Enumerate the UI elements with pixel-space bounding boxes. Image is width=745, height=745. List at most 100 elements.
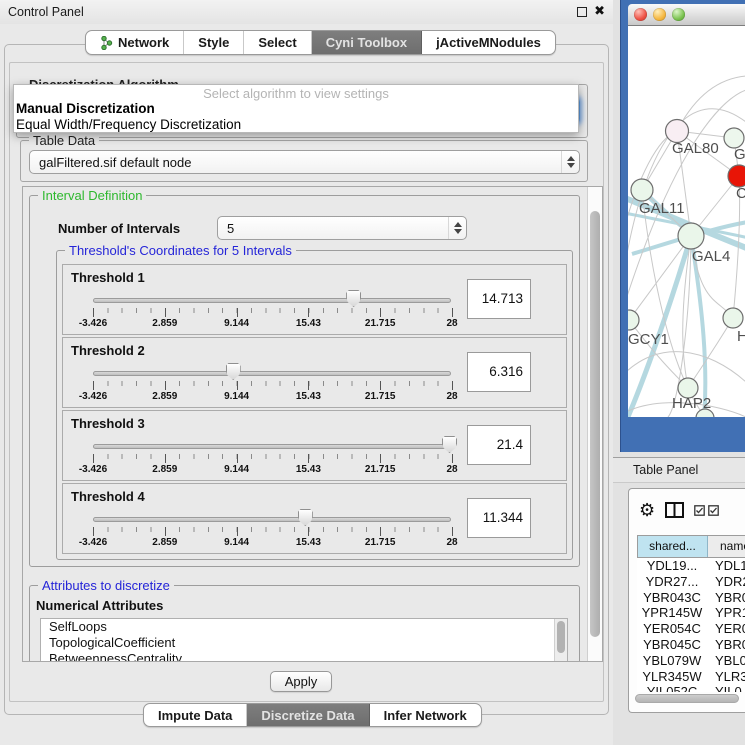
- network-node-label: H: [737, 328, 745, 345]
- network-node-label: GCY1: [628, 331, 669, 348]
- network-node[interactable]: [631, 179, 653, 201]
- network-node-label: GAL4: [692, 248, 730, 265]
- dropdown-option-manual[interactable]: Manual Discretization: [14, 101, 578, 117]
- tab-infer-network[interactable]: Infer Network: [370, 704, 481, 726]
- slider-thumb[interactable]: [442, 436, 457, 453]
- threshold-value-field[interactable]: 14.713: [467, 279, 531, 319]
- network-canvas[interactable]: GAL80GACGAL11GAL4GCY1HHAP2: [628, 26, 745, 417]
- combo-stepper-icon: [561, 151, 579, 173]
- table-row[interactable]: YBL079WYBL0: [637, 653, 745, 669]
- slider-ticks: [93, 308, 452, 317]
- slider-ticks: [93, 454, 452, 463]
- table-horizontal-scrollbar[interactable]: [635, 694, 739, 703]
- attributes-group-title: Attributes to discretize: [38, 578, 174, 593]
- slider-ticks: [93, 381, 452, 390]
- dropdown-option-equal-width[interactable]: Equal Width/Frequency Discretization: [14, 117, 578, 133]
- network-icon: [100, 36, 113, 50]
- num-intervals-combobox[interactable]: 5: [217, 216, 467, 240]
- float-window-icon[interactable]: [577, 7, 587, 17]
- column-header-name[interactable]: name: [708, 536, 745, 557]
- table-row[interactable]: YBR045CYBR0: [637, 637, 745, 653]
- table-panel-title: Table Panel: [633, 463, 698, 477]
- tab-select[interactable]: Select: [244, 31, 311, 54]
- interval-definition-group: Interval Definition Number of Intervals …: [29, 195, 580, 567]
- num-intervals-label: Number of Intervals: [58, 221, 180, 236]
- table-data-group: Table Data galFiltered.sif default node: [20, 140, 588, 182]
- network-node[interactable]: [678, 223, 704, 249]
- slider-track[interactable]: [93, 517, 451, 522]
- table-body: YDL19...YDL1YDR27...YDR2YBR043CYBR0YPR14…: [637, 558, 745, 692]
- table-row[interactable]: YIL052CYIL0: [637, 684, 745, 692]
- gear-icon[interactable]: ⚙: [639, 501, 655, 519]
- table-row[interactable]: YLR345WYLR3: [637, 669, 745, 685]
- table-row[interactable]: YDR27...YDR2: [637, 574, 745, 590]
- table-data-title: Table Data: [29, 133, 99, 148]
- network-node[interactable]: [628, 310, 639, 330]
- interval-definition-title: Interval Definition: [38, 188, 146, 203]
- tab-style[interactable]: Style: [184, 31, 244, 54]
- combo-stepper-icon: [448, 217, 466, 239]
- table-row[interactable]: YER054CYER0: [637, 621, 745, 637]
- node-attribute-table: shared... name YDL19...YDL1YDR27...YDR2Y…: [637, 535, 745, 692]
- table-panel-toolbar: ⚙: [629, 489, 745, 531]
- network-window-titlebar[interactable]: [628, 4, 745, 26]
- tab-discretize-data[interactable]: Discretize Data: [247, 704, 369, 726]
- network-node-label: C: [736, 185, 745, 202]
- numerical-attributes-label: Numerical Attributes: [36, 598, 163, 613]
- attributes-group: Attributes to discretize Numerical Attri…: [29, 585, 580, 662]
- slider-thumb[interactable]: [298, 509, 313, 526]
- table-panel-window: ⚙ shared... name YDL19...YDL: [628, 488, 745, 713]
- slider-track[interactable]: [93, 298, 451, 303]
- tab-network-label: Network: [118, 35, 169, 50]
- threshold-value-field[interactable]: 6.316: [467, 352, 531, 392]
- dropdown-placeholder: Select algorithm to view settings: [14, 86, 578, 101]
- close-traffic-light-icon[interactable]: [634, 8, 647, 21]
- algorithm-dropdown: Select algorithm to view settings Manual…: [13, 84, 579, 133]
- network-node[interactable]: [724, 128, 744, 148]
- slider-ticklabels: -3.4262.8599.14415.4321.71528: [93, 318, 452, 330]
- network-node[interactable]: [728, 165, 745, 187]
- slider-ticks: [93, 527, 452, 536]
- table-data-combobox[interactable]: galFiltered.sif default node: [29, 150, 580, 174]
- slider-track[interactable]: [93, 444, 451, 449]
- list-item[interactable]: BetweennessCentrality: [41, 651, 567, 662]
- threshold-label: Threshold 4: [71, 489, 145, 504]
- threshold-2-row: Threshold 2 -3.4262.8599.14415.4321.7152…: [62, 337, 567, 408]
- tab-cyni-toolbox[interactable]: Cyni Toolbox: [312, 31, 422, 54]
- list-scrollbar[interactable]: [554, 619, 567, 662]
- list-item[interactable]: TopologicalCoefficient: [41, 635, 567, 651]
- network-node[interactable]: [723, 308, 743, 328]
- threshold-value-field[interactable]: 21.4: [467, 425, 531, 465]
- list-item[interactable]: SelfLoops: [41, 619, 567, 635]
- control-panel: Control Panel ✖ Network Style Select: [0, 0, 613, 745]
- table-panel-titlebar: Table Panel: [613, 457, 745, 483]
- threshold-label: Threshold 2: [71, 343, 145, 358]
- slider-thumb[interactable]: [226, 363, 241, 380]
- threshold-value-field[interactable]: 11.344: [467, 498, 531, 538]
- column-header-shared-name[interactable]: shared...: [638, 536, 708, 557]
- table-row[interactable]: YDL19...YDL1: [637, 558, 745, 574]
- select-columns-icons[interactable]: [694, 505, 719, 516]
- network-node-label: GAL80: [672, 140, 719, 157]
- minimize-traffic-light-icon[interactable]: [653, 8, 666, 21]
- tab-jactivemnodules[interactable]: jActiveMNodules: [422, 31, 555, 54]
- slider-thumb[interactable]: [346, 290, 361, 307]
- threshold-1-row: Threshold 1 -3.4262.8599.14415.4321.7152…: [62, 264, 567, 335]
- threshold-3-row: Threshold 3 -3.4262.8599.14415.4321.7152…: [62, 410, 567, 481]
- apply-button[interactable]: Apply: [270, 671, 332, 692]
- table-row[interactable]: YBR043CYBR0: [637, 590, 745, 606]
- settings-scroll-area: Interval Definition Number of Intervals …: [22, 186, 603, 662]
- slider-track[interactable]: [93, 371, 451, 376]
- columns-icon[interactable]: [665, 502, 684, 518]
- tab-network[interactable]: Network: [86, 31, 184, 54]
- close-icon[interactable]: ✖: [594, 3, 605, 19]
- zoom-traffic-light-icon[interactable]: [672, 8, 685, 21]
- control-panel-tabs: Network Style Select Cyni Toolbox jActiv…: [85, 30, 556, 55]
- slider-ticklabels: -3.4262.8599.14415.4321.71528: [93, 537, 452, 549]
- tab-impute-data[interactable]: Impute Data: [144, 704, 247, 726]
- thresholds-group-title: Threshold's Coordinates for 5 Intervals: [65, 243, 296, 258]
- control-panel-titlebar: Control Panel ✖: [0, 0, 613, 24]
- settings-scrollbar[interactable]: [587, 187, 602, 661]
- checkbox-icon: [694, 505, 705, 516]
- table-row[interactable]: YPR145WYPR1: [637, 605, 745, 621]
